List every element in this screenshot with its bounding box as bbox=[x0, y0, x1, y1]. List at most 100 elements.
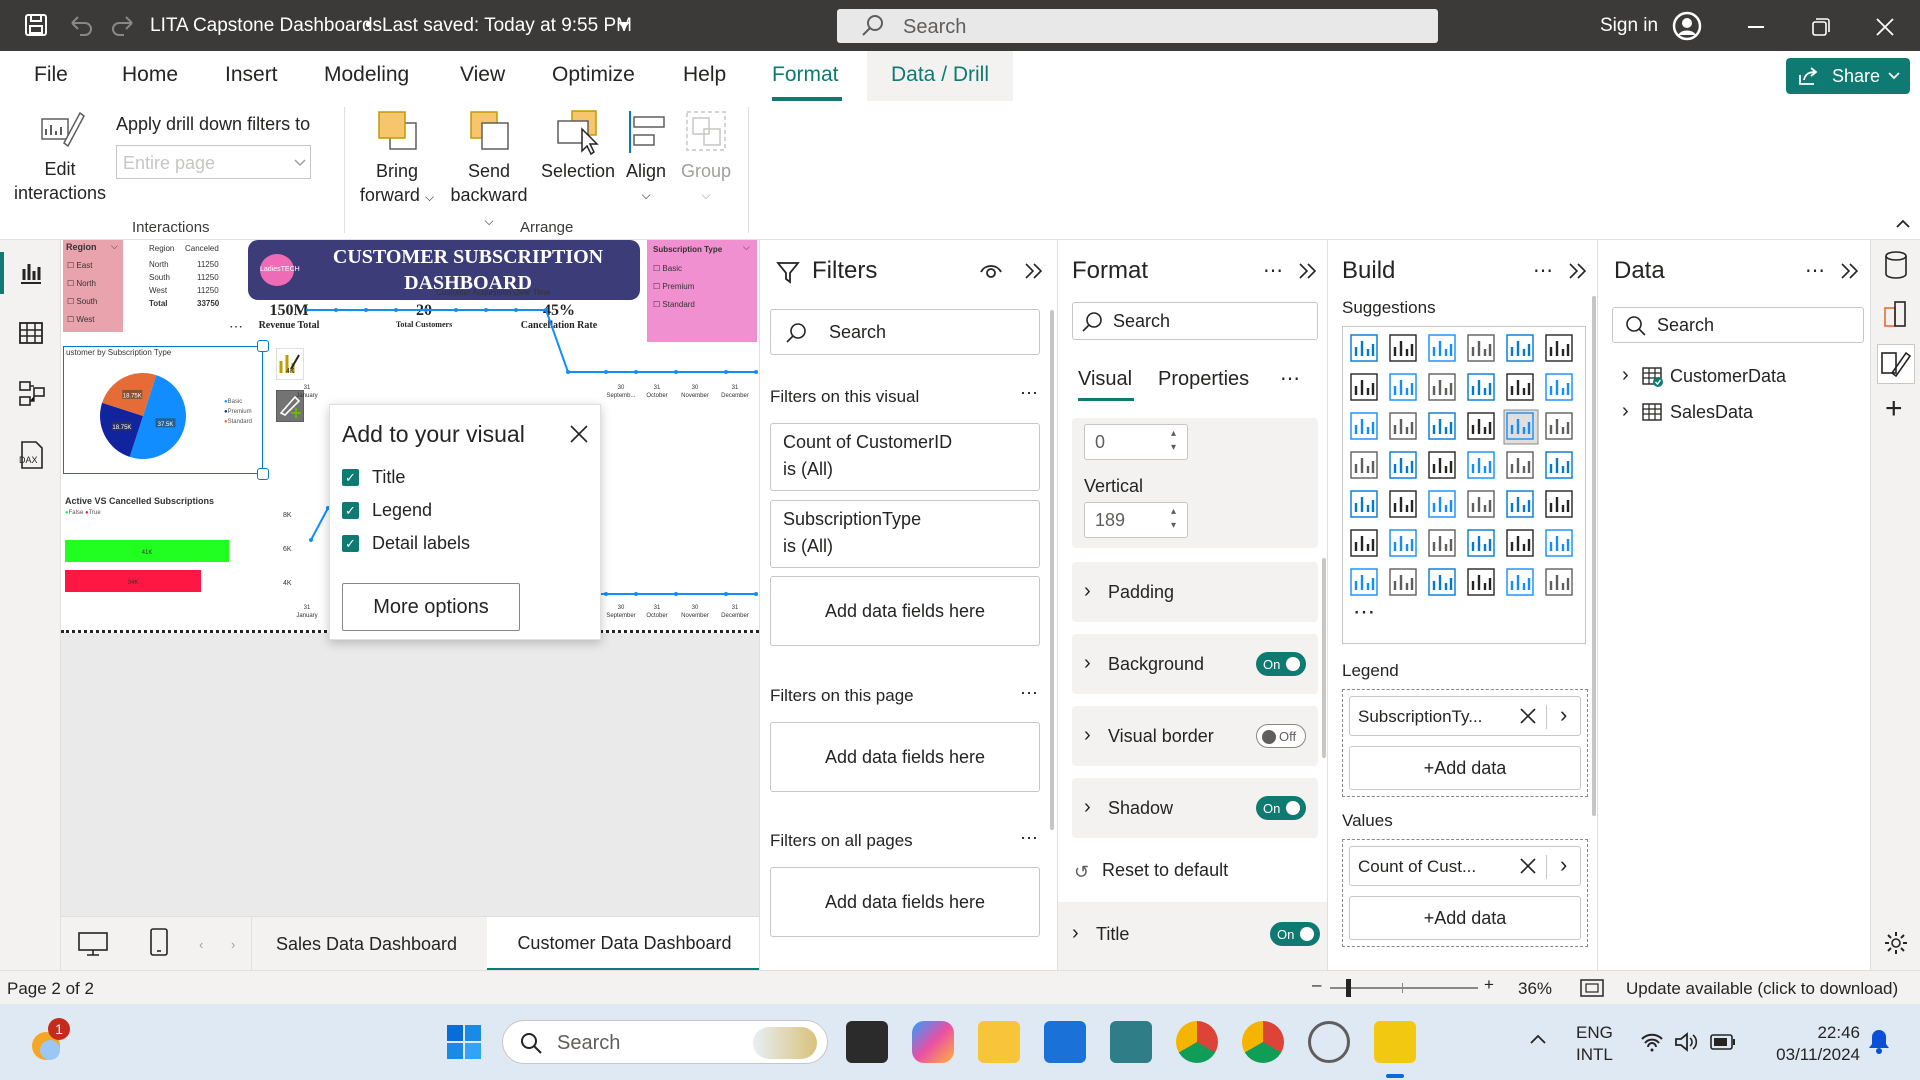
data-point[interactable] bbox=[634, 592, 638, 596]
remove-field-icon[interactable] bbox=[1520, 858, 1536, 874]
selection-button[interactable]: Selection bbox=[538, 109, 618, 183]
visual-border-toggle[interactable]: Off bbox=[1256, 724, 1306, 748]
visual-type-icon[interactable] bbox=[1428, 451, 1456, 479]
chevron-right-icon[interactable]: › bbox=[1560, 702, 1567, 728]
data-point[interactable] bbox=[674, 370, 678, 374]
filters-search[interactable]: Search bbox=[770, 309, 1040, 355]
tab-customer-data-dashboard[interactable]: Customer Data Dashboard bbox=[487, 917, 762, 971]
visual-type-icon[interactable] bbox=[1350, 529, 1378, 557]
desktop-layout-icon[interactable] bbox=[77, 931, 109, 957]
clock[interactable]: 22:46 03/11/2024 bbox=[1760, 1022, 1860, 1066]
visual-type-icon[interactable] bbox=[1350, 490, 1378, 518]
minimize-icon[interactable] bbox=[1748, 26, 1764, 28]
data-search[interactable]: Search bbox=[1612, 307, 1864, 343]
visual-type-icon[interactable] bbox=[1506, 451, 1534, 479]
data-point[interactable] bbox=[634, 370, 638, 374]
scrollbar[interactable] bbox=[1322, 558, 1326, 758]
language-indicator[interactable]: ENG INTL bbox=[1576, 1022, 1613, 1066]
resize-handle[interactable] bbox=[257, 468, 269, 480]
visual-type-icon[interactable] bbox=[1467, 451, 1495, 479]
settings-gear-icon[interactable] bbox=[1883, 930, 1909, 956]
add-data-fields-page[interactable]: Add data fields here bbox=[770, 722, 1040, 792]
data-point[interactable] bbox=[306, 308, 308, 312]
pie-chart-visual[interactable]: ustomer by Subscription Type 37.5K 18.75K… bbox=[63, 346, 263, 474]
visual-type-icon[interactable] bbox=[1506, 490, 1534, 518]
wifi-hotspot-icon[interactable] bbox=[1308, 1021, 1350, 1063]
more-options-icon[interactable]: ⋯ bbox=[1805, 258, 1825, 283]
wifi-icon[interactable] bbox=[1640, 1032, 1664, 1052]
title-toggle[interactable]: On bbox=[1270, 922, 1320, 946]
build-pane-icon[interactable] bbox=[1883, 298, 1909, 328]
chevron-right-icon[interactable]: › bbox=[1560, 852, 1567, 878]
values-field-pill[interactable]: Count of Cust... › bbox=[1349, 846, 1581, 886]
visual-type-icon[interactable] bbox=[1428, 490, 1456, 518]
chevron-down-icon[interactable] bbox=[617, 21, 631, 30]
build-visual-button[interactable] bbox=[276, 348, 304, 380]
collapse-pane-icon[interactable] bbox=[1024, 262, 1044, 280]
global-search[interactable]: Search bbox=[837, 9, 1438, 43]
visual-type-icon[interactable] bbox=[1389, 334, 1417, 362]
resize-handle[interactable] bbox=[257, 340, 269, 352]
collapse-pane-icon[interactable] bbox=[1298, 262, 1318, 280]
visual-type-icon[interactable] bbox=[1428, 373, 1456, 401]
visual-type-icon[interactable] bbox=[1545, 529, 1573, 557]
active-bar-chart[interactable]: 41K 34K bbox=[63, 534, 263, 604]
filter-card-count-customerid[interactable]: Count of CustomerID is (All) bbox=[770, 423, 1040, 491]
apply-drill-dropdown[interactable]: Entire page bbox=[116, 145, 311, 179]
close-icon[interactable] bbox=[570, 425, 588, 443]
copilot-icon[interactable] bbox=[912, 1021, 954, 1063]
scrollbar[interactable] bbox=[1050, 310, 1054, 830]
visual-type-icon[interactable] bbox=[1545, 568, 1573, 596]
windows-start-icon[interactable] bbox=[446, 1024, 482, 1060]
tab-sales-data-dashboard[interactable]: Sales Data Dashboard bbox=[251, 917, 481, 971]
vertical-position-input[interactable]: 189 ▴ ▾ bbox=[1084, 502, 1188, 538]
add-pane-icon[interactable]: + bbox=[1885, 392, 1903, 426]
add-to-visual-popup[interactable]: Add to your visual ✓ Title ✓ Legend ✓ De… bbox=[329, 404, 601, 640]
tab-file[interactable]: File bbox=[34, 63, 68, 87]
group-button[interactable]: Group ⌵ bbox=[678, 109, 734, 207]
undo-icon[interactable] bbox=[68, 13, 94, 37]
redo-icon[interactable] bbox=[110, 13, 136, 37]
more-options-icon[interactable]: ⋯ bbox=[1280, 366, 1300, 391]
tab-insert[interactable]: Insert bbox=[225, 63, 278, 87]
data-pane-icon[interactable] bbox=[1883, 250, 1909, 280]
series-line[interactable] bbox=[306, 309, 756, 373]
region-slicer[interactable]: Region ⌵ ☐ East ☐ North ☐ South ☐ West bbox=[63, 240, 123, 332]
data-point[interactable] bbox=[754, 370, 758, 374]
tab-visual[interactable]: Visual bbox=[1078, 368, 1132, 391]
battery-icon[interactable] bbox=[1710, 1034, 1736, 1050]
data-point[interactable] bbox=[604, 592, 608, 596]
more-options-icon[interactable]: ⋯ bbox=[1263, 258, 1283, 283]
legend-field-pill[interactable]: SubscriptionTy... › bbox=[1349, 696, 1581, 736]
data-point[interactable] bbox=[364, 308, 368, 312]
tab-view[interactable]: View bbox=[460, 63, 505, 87]
data-point[interactable] bbox=[424, 308, 428, 312]
visual-type-icon[interactable] bbox=[1428, 568, 1456, 596]
more-options-icon[interactable]: ⋯ bbox=[1020, 383, 1038, 404]
table-view-icon[interactable] bbox=[18, 320, 44, 346]
mobile-layout-icon[interactable] bbox=[149, 927, 169, 957]
visual-type-icon[interactable] bbox=[1506, 373, 1534, 401]
eye-icon[interactable] bbox=[980, 262, 1002, 280]
save-icon[interactable] bbox=[24, 13, 48, 37]
fit-to-page-icon[interactable] bbox=[1580, 979, 1604, 997]
chevron-left-icon[interactable]: ‹ bbox=[199, 937, 203, 952]
more-options-icon[interactable]: ⋯ bbox=[229, 318, 243, 335]
volume-icon[interactable] bbox=[1674, 1032, 1698, 1052]
visual-type-icon[interactable] bbox=[1389, 568, 1417, 596]
chevron-right-icon[interactable]: › bbox=[231, 937, 235, 952]
power-bi-icon[interactable] bbox=[1374, 1021, 1416, 1063]
add-data-fields-visual[interactable]: Add data fields here bbox=[770, 576, 1040, 646]
data-point[interactable] bbox=[724, 592, 728, 596]
visual-type-icon[interactable] bbox=[1350, 568, 1378, 596]
region-canceled-table[interactable]: Region Canceled North 11250 South 11250 … bbox=[145, 242, 255, 308]
slicer-item[interactable]: ☐ North bbox=[67, 275, 97, 293]
filter-card-subscriptiontype[interactable]: SubscriptionType is (All) bbox=[770, 500, 1040, 568]
more-visuals-icon[interactable]: ⋯ bbox=[1353, 599, 1375, 624]
visual-type-icon[interactable] bbox=[1545, 490, 1573, 518]
visual-type-icon[interactable] bbox=[1545, 373, 1573, 401]
remove-field-icon[interactable] bbox=[1520, 708, 1536, 724]
data-point[interactable] bbox=[674, 592, 678, 596]
section-padding[interactable]: › Padding bbox=[1072, 562, 1318, 622]
background-toggle[interactable]: On bbox=[1256, 652, 1306, 676]
